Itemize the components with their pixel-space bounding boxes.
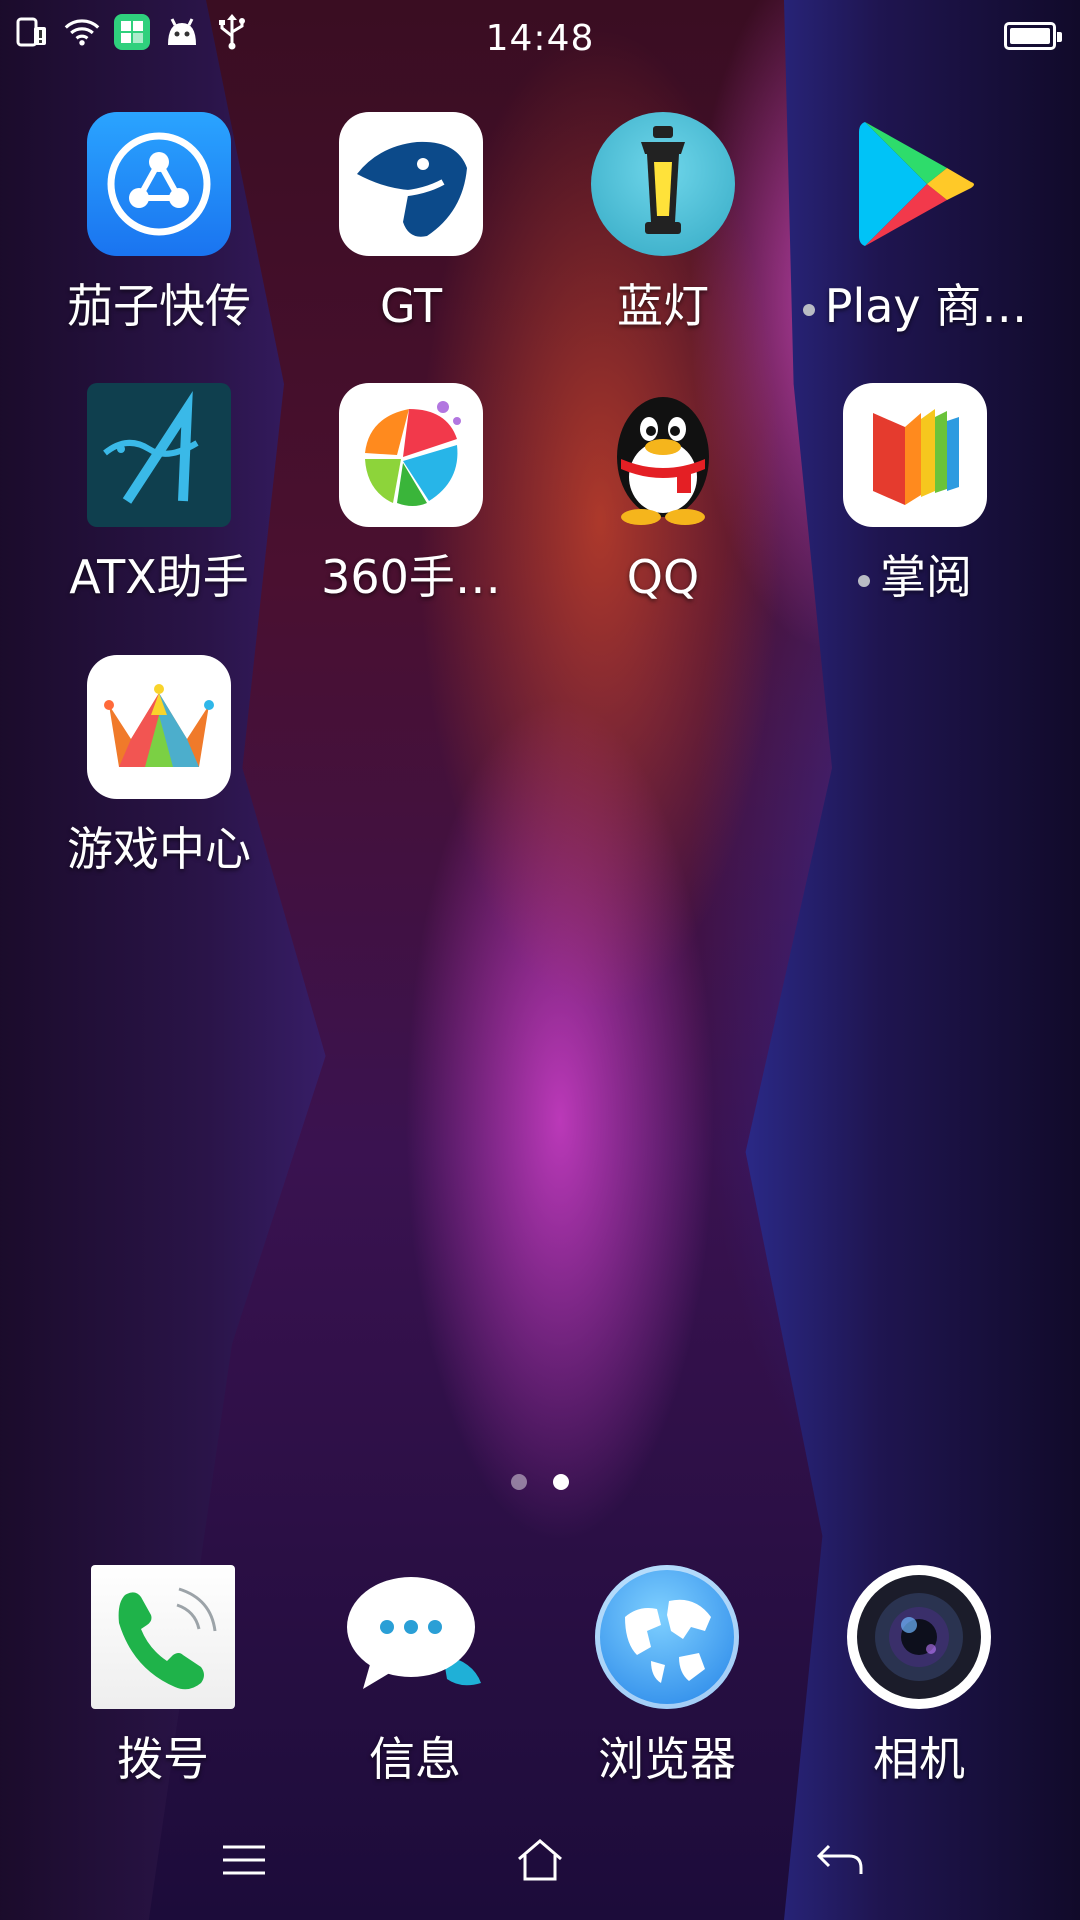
app-play-store[interactable]: Play 商… xyxy=(785,112,1045,334)
qq-penguin-icon xyxy=(591,383,735,527)
app-label: 蓝灯 xyxy=(617,279,709,333)
clock: 14:48 xyxy=(485,18,595,59)
status-bar[interactable]: 14:48 xyxy=(0,0,1080,78)
app-atx[interactable]: ATX助手 xyxy=(29,383,289,605)
dock-app-browser[interactable]: 浏览器 xyxy=(537,1565,797,1787)
app-label: Play 商… xyxy=(785,278,1045,334)
play-store-icon xyxy=(843,112,987,256)
gt-bird-icon xyxy=(339,112,483,256)
menu-icon[interactable] xyxy=(204,1830,284,1890)
page-dot[interactable] xyxy=(511,1474,527,1490)
navigation-bar xyxy=(0,1830,1080,1890)
app-label: QQ xyxy=(626,550,700,604)
app-label: 浏览器 xyxy=(598,1732,736,1786)
book-icon xyxy=(843,383,987,527)
new-badge xyxy=(802,303,815,316)
camera-icon xyxy=(847,1565,991,1709)
message-icon xyxy=(343,1565,487,1709)
app-game-center[interactable]: 游戏中心 xyxy=(29,655,289,877)
crown-icon xyxy=(87,655,231,799)
app-qq[interactable]: QQ xyxy=(533,383,793,605)
app-label: 拨号 xyxy=(117,1732,209,1786)
app-label: 相机 xyxy=(873,1732,965,1786)
dock-app-messages[interactable]: 信息 xyxy=(285,1565,545,1787)
new-badge xyxy=(858,574,870,587)
app-label: GT xyxy=(379,279,443,333)
360-ball-icon xyxy=(339,383,483,527)
share-icon xyxy=(87,112,231,256)
atx-icon xyxy=(87,383,231,527)
app-label: 掌阅 xyxy=(785,549,1045,605)
globe-icon xyxy=(595,1565,739,1709)
app-label: 信息 xyxy=(369,1732,461,1786)
app-qiezi-share[interactable]: 茄子快传 xyxy=(29,112,289,334)
app-label: 茄子快传 xyxy=(67,279,251,333)
page-indicator xyxy=(0,1474,1080,1490)
app-label: 360手… xyxy=(321,550,501,604)
app-zhangyue[interactable]: 掌阅 xyxy=(785,383,1045,605)
page-dot-active[interactable] xyxy=(553,1474,569,1490)
app-360-assistant[interactable]: 360手… xyxy=(281,383,541,605)
dock-app-camera[interactable]: 相机 xyxy=(789,1565,1049,1787)
dock-app-phone[interactable]: 拨号 xyxy=(33,1565,293,1787)
app-lantern[interactable]: 蓝灯 xyxy=(533,112,793,334)
battery-icon xyxy=(1004,22,1062,50)
app-label: ATX助手 xyxy=(69,550,249,604)
phone-icon xyxy=(91,1565,235,1709)
home-icon[interactable] xyxy=(500,1830,580,1890)
lantern-icon xyxy=(591,112,735,256)
back-icon[interactable] xyxy=(800,1830,880,1890)
app-gt[interactable]: GT xyxy=(281,112,541,334)
app-label: 游戏中心 xyxy=(67,822,251,876)
